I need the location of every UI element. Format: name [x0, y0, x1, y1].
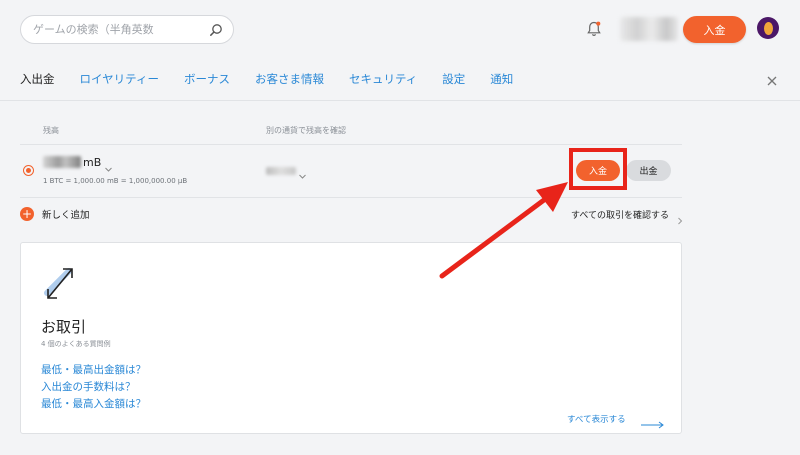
top-header: 入金	[0, 0, 800, 60]
conversion-rate-text: 1 BTC = 1,000.00 mB = 1,000,000.00 μB	[43, 177, 188, 185]
tab-deposit-withdraw[interactable]: 入出金	[20, 71, 55, 93]
other-currency-column-header: 別の通貨で残高を確認	[266, 126, 346, 135]
wallet-select-radio[interactable]	[23, 165, 34, 176]
add-new-currency-link[interactable]: 新しく追加	[42, 207, 90, 221]
tabs-divider	[0, 100, 800, 101]
unit-chevron-down-icon[interactable]	[104, 159, 113, 172]
arrow-right-icon[interactable]	[641, 414, 665, 429]
notification-bell-icon[interactable]	[586, 20, 602, 38]
search-icon[interactable]	[209, 23, 223, 37]
faq-link-fees[interactable]: 入出金の手数料は？	[41, 379, 136, 394]
radio-dot	[26, 168, 31, 173]
tab-security[interactable]: セキュリティ	[349, 71, 417, 93]
currency-chevron-down-icon[interactable]	[298, 166, 307, 179]
faq-card-subtitle: 4 個のよくある質問例	[41, 340, 111, 348]
close-icon[interactable]	[765, 73, 779, 87]
search-input[interactable]	[33, 23, 209, 36]
faq-link-deposit-limits[interactable]: 最低・最高入金額は？	[41, 396, 146, 411]
username-blurred	[620, 17, 678, 41]
wallet-row-bottom-divider	[20, 197, 682, 198]
transfer-arrows-icon	[43, 263, 77, 303]
balance-unit: mB	[83, 156, 102, 169]
deposit-highlight-box	[569, 148, 627, 190]
tab-bonus[interactable]: ボーナス	[184, 71, 230, 93]
show-all-faqs-link[interactable]: すべて表示する	[567, 413, 626, 425]
faq-link-withdraw-limits[interactable]: 最低・最高出金額は？	[41, 362, 146, 377]
other-currency-value-blurred	[266, 167, 296, 175]
faq-card-title: お取引	[41, 318, 87, 336]
balance-column-header: 残高	[43, 126, 59, 135]
add-plus-icon[interactable]: +	[20, 207, 34, 221]
tab-settings[interactable]: 設定	[442, 71, 465, 93]
view-all-transactions-link[interactable]: すべての取引を確認する	[571, 208, 669, 221]
faq-card: お取引 4 個のよくある質問例 最低・最高出金額は？ 入出金の手数料は？ 最低・…	[20, 242, 682, 434]
header-deposit-button[interactable]: 入金	[683, 16, 746, 43]
avatar[interactable]	[757, 17, 779, 39]
tab-loyalty[interactable]: ロイヤリティー	[80, 71, 159, 93]
wallet-withdraw-button[interactable]: 出金	[626, 160, 671, 181]
tab-customer-info[interactable]: お客さま情報	[255, 71, 324, 93]
game-search-box[interactable]	[20, 15, 234, 44]
wallet-row-top-divider	[20, 144, 682, 145]
balance-amount-blurred	[43, 156, 81, 168]
account-tabs: 入出金 ロイヤリティー ボーナス お客さま情報 セキュリティ 設定 通知	[20, 71, 538, 93]
tab-notifications[interactable]: 通知	[490, 71, 513, 93]
avatar-egg-icon	[763, 21, 773, 35]
chevron-right-icon[interactable]	[677, 210, 683, 225]
